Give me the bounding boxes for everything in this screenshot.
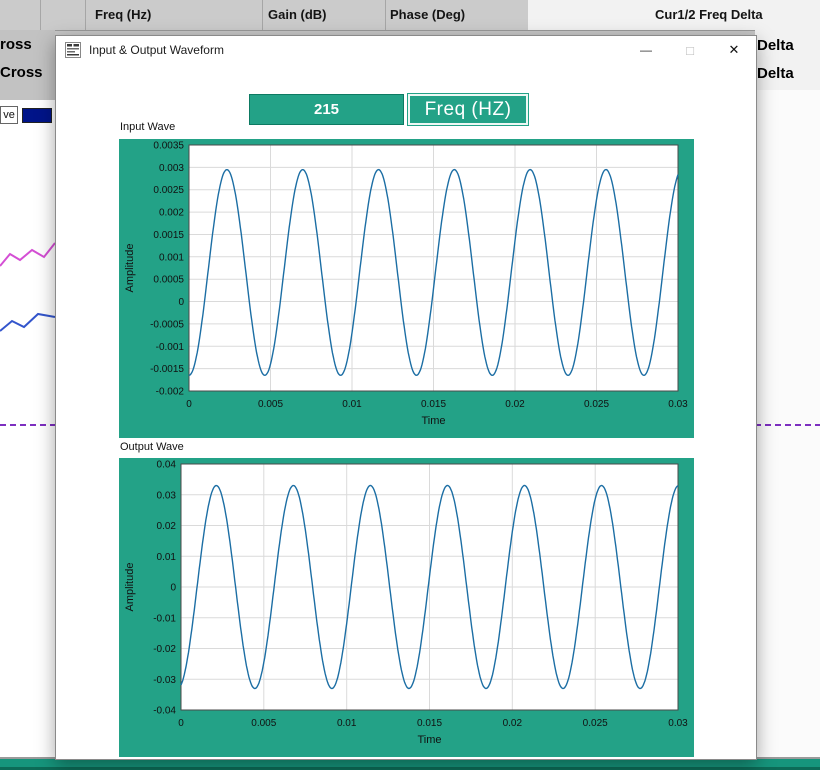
plot-legend-color-swatch [22, 108, 52, 123]
background-left-chart-area [0, 100, 55, 758]
svg-text:0.0035: 0.0035 [153, 141, 184, 152]
background-right-panel: Delta Delta [755, 30, 820, 90]
cursor-panel-header: Cur1/2 Freq Delta [528, 0, 820, 30]
svg-text:0.005: 0.005 [258, 399, 283, 410]
column-header-freq: Freq (Hz) [95, 7, 151, 22]
column-header-phase: Phase (Deg) [390, 7, 465, 22]
header-divider [40, 0, 41, 30]
cross-label: Cross [0, 64, 43, 81]
svg-text:0.04: 0.04 [157, 460, 177, 471]
svg-text:0.03: 0.03 [668, 718, 688, 729]
svg-text:0: 0 [178, 297, 184, 308]
svg-text:Time: Time [421, 415, 445, 427]
svg-text:-0.002: -0.002 [156, 387, 185, 398]
plot-legend-dropdown-fragment[interactable]: ve [0, 106, 18, 124]
svg-text:-0.04: -0.04 [153, 706, 176, 717]
background-left-panel: ross Cross [0, 30, 55, 100]
svg-text:-0.01: -0.01 [153, 613, 176, 624]
svg-text:0.025: 0.025 [583, 718, 608, 729]
svg-text:-0.0005: -0.0005 [150, 319, 184, 330]
svg-text:0.0005: 0.0005 [153, 275, 184, 286]
plot-legend-text: ve [3, 109, 15, 121]
svg-text:-0.03: -0.03 [153, 675, 176, 686]
input-wave-chart: 0.0035 0.003 0.0025 0.002 0.0015 0.001 0.0005 0… [119, 139, 694, 438]
delta-label: Delta [757, 65, 794, 82]
app-icon [65, 42, 81, 58]
window-titlebar[interactable]: Input & Output Waveform — □ ✕ [56, 36, 756, 64]
svg-text:0.005: 0.005 [251, 718, 276, 729]
svg-text:0.001: 0.001 [159, 252, 184, 263]
svg-text:0: 0 [178, 718, 184, 729]
window-title: Input & Output Waveform [89, 43, 224, 57]
freq-value-display[interactable]: 215 [249, 94, 404, 125]
header-divider [85, 0, 86, 30]
svg-text:0.01: 0.01 [342, 399, 362, 410]
svg-text:0.01: 0.01 [337, 718, 357, 729]
svg-text:0.02: 0.02 [505, 399, 525, 410]
svg-text:-0.0015: -0.0015 [150, 364, 184, 375]
svg-text:0.01: 0.01 [157, 552, 177, 563]
svg-text:Amplitude: Amplitude [124, 563, 136, 612]
svg-text:0.0015: 0.0015 [153, 230, 184, 241]
input-wave-title: Input Wave [118, 121, 177, 133]
svg-text:0.003: 0.003 [159, 163, 184, 174]
svg-text:Time: Time [417, 734, 441, 746]
header-divider [262, 0, 263, 30]
svg-text:0.03: 0.03 [668, 399, 688, 410]
svg-text:Amplitude: Amplitude [124, 244, 136, 293]
svg-text:0.015: 0.015 [421, 399, 446, 410]
output-wave-title: Output Wave [118, 441, 186, 453]
svg-text:0: 0 [186, 399, 192, 410]
svg-text:0.03: 0.03 [157, 490, 177, 501]
close-button[interactable]: ✕ [712, 36, 756, 64]
freq-unit-label: Freq (HZ) [408, 94, 528, 125]
background-table-header: Freq (Hz) Gain (dB) Phase (Deg) Cur1/2 F… [0, 0, 820, 31]
cross-label-partial: ross [0, 36, 32, 53]
svg-text:0.0025: 0.0025 [153, 185, 184, 196]
column-header-gain: Gain (dB) [268, 7, 327, 22]
waveform-window: Input & Output Waveform — □ ✕ 215 Freq (… [55, 35, 757, 760]
header-divider [385, 0, 386, 30]
maximize-button[interactable]: □ [668, 36, 712, 64]
input-wave-plot: 0.0035 0.003 0.0025 0.002 0.0015 0.001 0.0005 0… [119, 139, 694, 438]
svg-text:0.025: 0.025 [584, 399, 609, 410]
svg-text:0.002: 0.002 [159, 208, 184, 219]
delta-label: Delta [757, 37, 794, 54]
svg-text:-0.001: -0.001 [156, 342, 185, 353]
minimize-button[interactable]: — [624, 36, 668, 64]
cursor-panel-label: Cur1/2 Freq Delta [655, 7, 763, 22]
svg-text:0.02: 0.02 [503, 718, 523, 729]
svg-text:-0.02: -0.02 [153, 644, 176, 655]
svg-text:0: 0 [170, 583, 176, 594]
svg-text:0.02: 0.02 [157, 521, 177, 532]
background-right-chart-area [755, 90, 820, 758]
output-wave-chart: 0.040.030.020.010-0.01-0.02-0.03-0.0400.… [119, 458, 694, 757]
output-wave-plot: 0.040.030.020.010-0.01-0.02-0.03-0.0400.… [119, 458, 694, 757]
svg-text:0.015: 0.015 [417, 718, 442, 729]
